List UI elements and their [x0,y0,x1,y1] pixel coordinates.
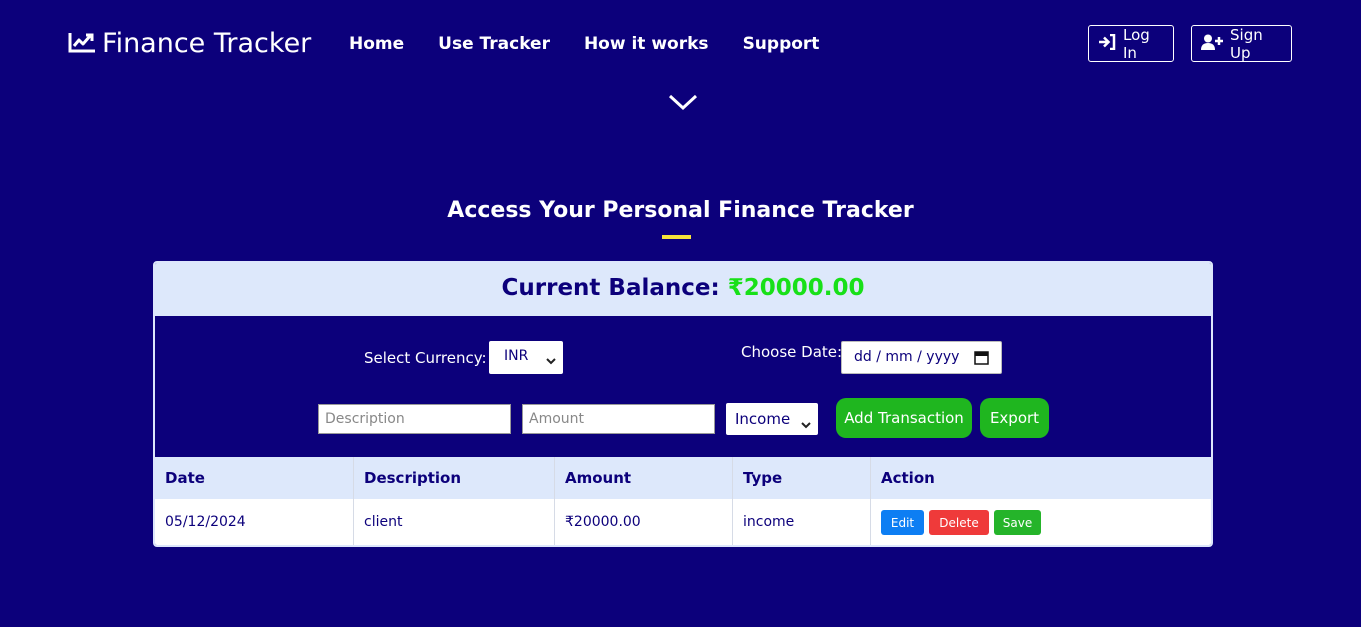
delete-button[interactable]: Delete [929,510,989,535]
balance-bar: Current Balance: ₹20000.00 [155,263,1211,316]
calendar-icon[interactable] [974,350,989,369]
nav-link-support[interactable]: Support [743,34,820,54]
row-type: income [733,499,871,545]
save-button[interactable]: Save [994,510,1041,535]
chevron-down-icon[interactable] [668,92,698,116]
balance-value: ₹20000.00 [727,275,865,301]
user-plus-icon [1201,34,1223,54]
login-icon [1098,33,1116,54]
header-action: Action [881,469,935,487]
chart-line-icon [68,31,96,57]
chevron-down-icon [546,353,556,369]
header-description: Description [354,457,555,499]
page-title: Access Your Personal Finance Tracker [447,198,914,223]
nav-link-home[interactable]: Home [349,34,404,54]
signup-button[interactable]: Sign Up [1191,25,1292,62]
export-button[interactable]: Export [980,398,1049,438]
currency-label: Select Currency: [364,349,487,367]
add-transaction-button[interactable]: Add Transaction [836,398,972,438]
amount-input[interactable]: Amount [522,404,715,434]
row-date: 05/12/2024 [155,499,354,545]
type-select[interactable]: Income [726,403,818,435]
balance-label: Current Balance: [501,275,720,301]
row-amount: ₹20000.00 [555,499,733,545]
table-row: 05/12/2024 client ₹20000.00 income Edit … [155,499,1211,545]
login-label: Log In [1123,25,1150,62]
table-header: Date Description Amount Type Action [155,457,1211,499]
signup-label: Sign Up [1230,25,1263,62]
nav-link-how-it-works[interactable]: How it works [584,34,709,54]
date-placeholder: dd / mm / yyyy [854,349,960,365]
date-input[interactable]: dd / mm / yyyy [841,341,1002,374]
date-label: Choose Date: [741,343,843,361]
tracker-card: Current Balance: ₹20000.00 Select Curren… [153,261,1213,547]
brand-logo[interactable]: Finance Tracker [68,28,311,59]
description-placeholder: Description [325,411,405,427]
nav-link-use-tracker[interactable]: Use Tracker [438,34,550,54]
amount-placeholder: Amount [529,411,585,427]
nav-links: Home Use Tracker How it works Support [349,34,819,54]
edit-button[interactable]: Edit [881,510,924,535]
brand-name: Finance Tracker [102,28,312,59]
header-amount: Amount [555,457,733,499]
row-description: client [354,499,555,545]
header-date: Date [155,457,354,499]
currency-value: INR [504,348,529,364]
description-input[interactable]: Description [318,404,511,434]
chevron-down-icon [801,415,811,433]
currency-select[interactable]: INR [489,341,563,374]
row-actions: Edit Delete Save [871,499,1211,545]
navbar: Finance Tracker Home Use Tracker How it … [0,0,1361,111]
type-value: Income [735,410,791,428]
login-button[interactable]: Log In [1088,25,1174,62]
header-type: Type [733,457,871,499]
title-underline [662,235,691,239]
